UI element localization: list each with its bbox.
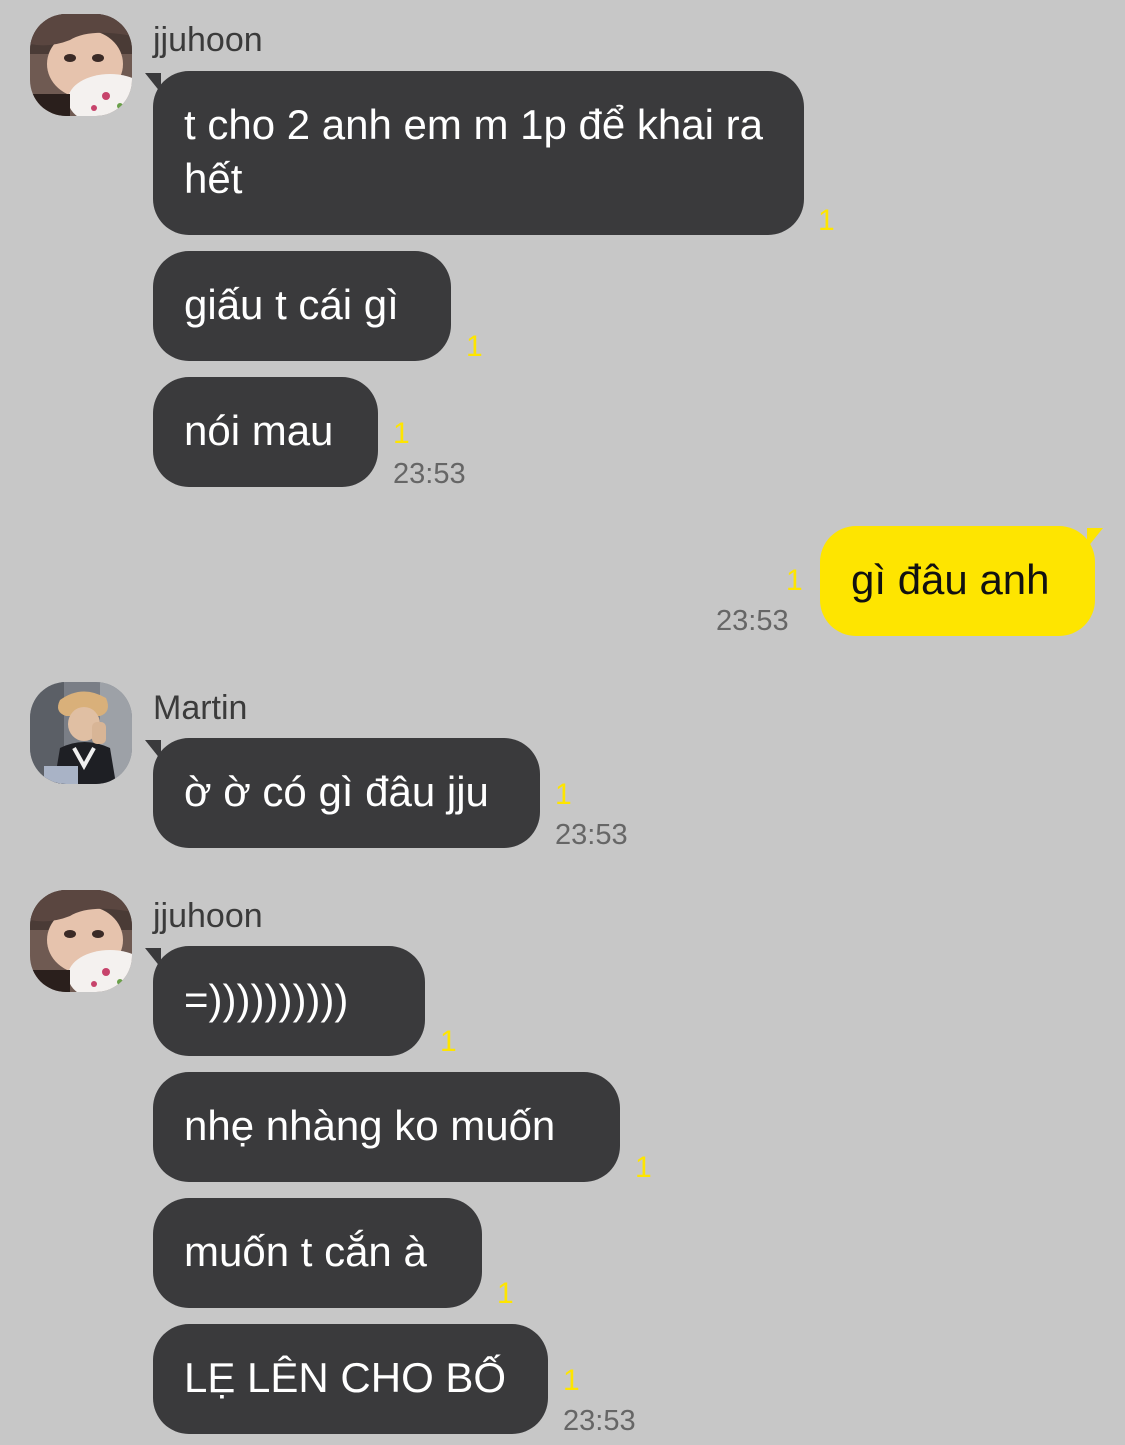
unread-count: 1 xyxy=(393,417,410,450)
sender-name: jjuhoon xyxy=(153,21,263,59)
message-bubble[interactable]: nói mau xyxy=(153,377,378,487)
unread-count: 1 xyxy=(466,330,483,363)
unread-count: 1 xyxy=(497,1277,514,1310)
unread-count: 1 xyxy=(440,1025,457,1058)
unread-count: 1 xyxy=(563,1364,580,1397)
sender-name: Martin xyxy=(153,689,248,727)
message-bubble[interactable]: =)))))))))) xyxy=(153,946,425,1056)
avatar-jjuhoon-icon[interactable] xyxy=(30,890,132,992)
message-bubble[interactable]: muốn t cắn à xyxy=(153,1198,482,1308)
message-timestamp: 23:53 xyxy=(555,819,628,851)
avatar-martin-icon[interactable] xyxy=(30,682,132,784)
message-timestamp: 23:53 xyxy=(716,605,789,637)
message-bubble[interactable]: giấu t cái gì xyxy=(153,251,451,361)
unread-count: 1 xyxy=(635,1151,652,1184)
message-timestamp: 23:53 xyxy=(393,458,466,490)
unread-count: 1 xyxy=(786,564,803,597)
unread-count: 1 xyxy=(555,778,572,811)
message-bubble[interactable]: LẸ LÊN CHO BỐ xyxy=(153,1324,548,1434)
avatar-jjuhoon-icon[interactable] xyxy=(30,14,132,116)
message-bubble-sent[interactable]: gì đâu anh xyxy=(820,526,1095,636)
sender-name: jjuhoon xyxy=(153,897,263,935)
message-bubble[interactable]: t cho 2 anh em m 1p để khai ra hết xyxy=(153,71,804,235)
message-bubble[interactable]: ờ ờ có gì đâu jju xyxy=(153,738,540,848)
unread-count: 1 xyxy=(818,204,835,237)
message-bubble[interactable]: nhẹ nhàng ko muốn xyxy=(153,1072,620,1182)
message-timestamp: 23:53 xyxy=(563,1405,636,1437)
